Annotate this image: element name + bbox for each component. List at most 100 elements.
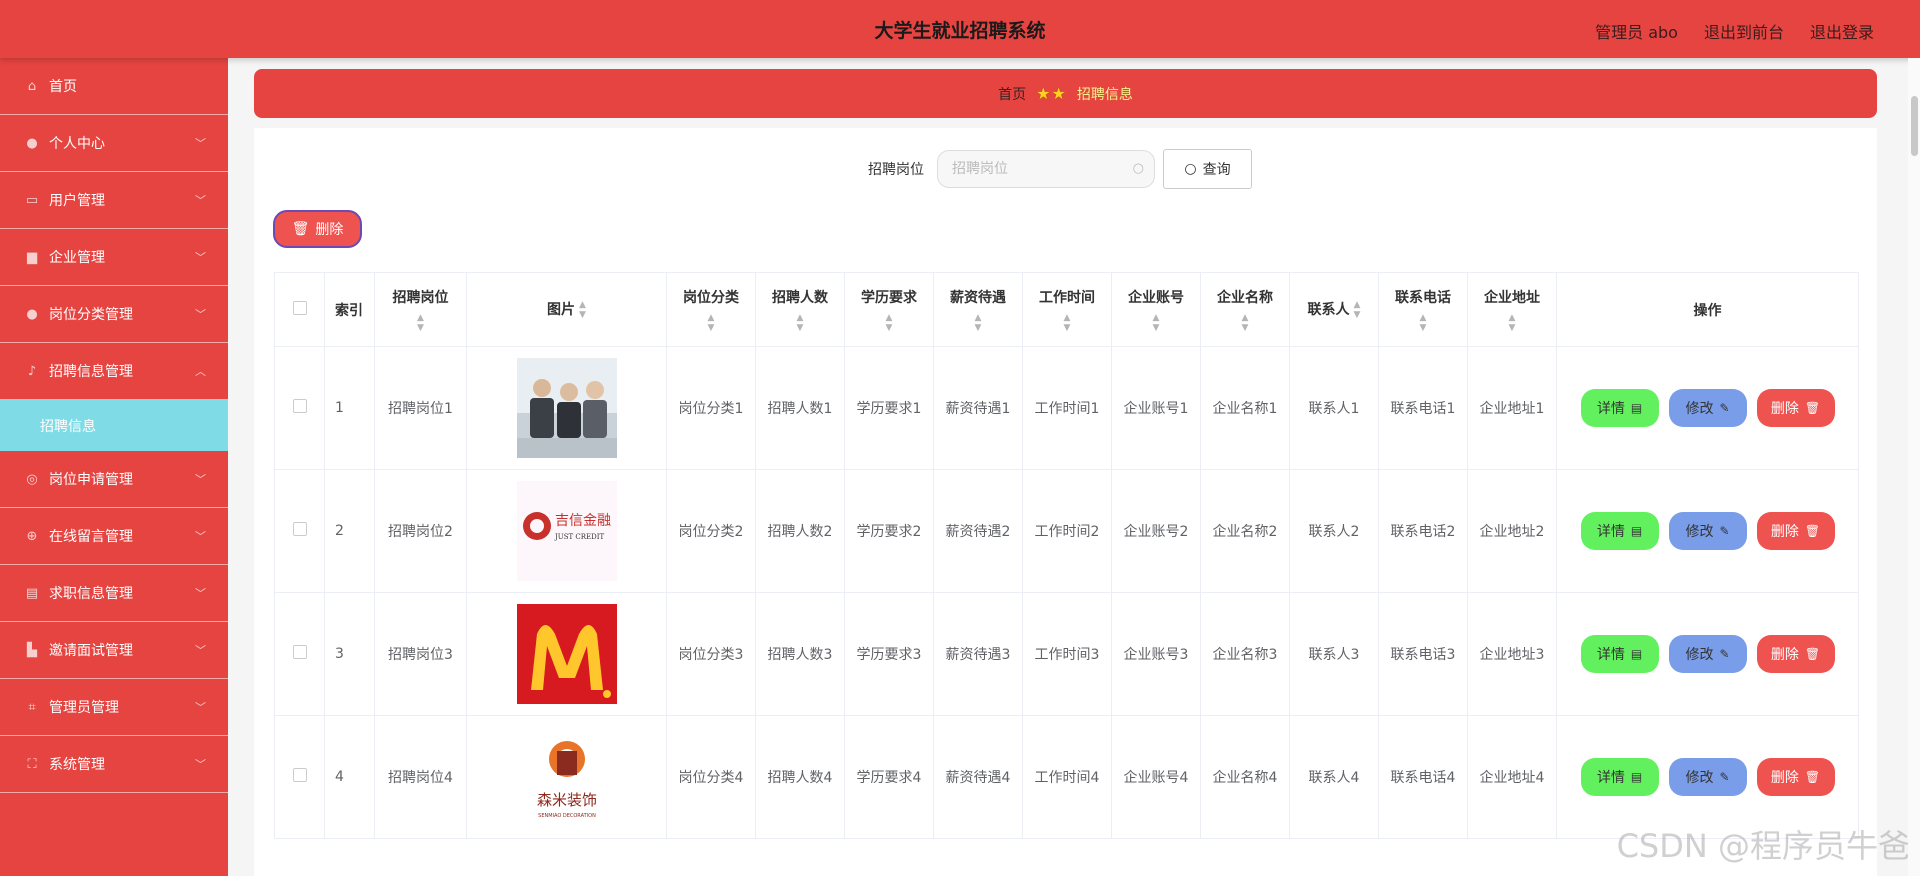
col-header-label: 企业账号 [1128, 289, 1184, 306]
cell-actions: 详情 ▤ 修改 ✎ 删除 🗑 [1556, 346, 1859, 470]
row-index: 1 [324, 346, 375, 470]
trash-icon: 🗑 [1804, 401, 1821, 415]
chevron-down-icon: ﹀ [195, 137, 206, 150]
location-icon: ● [26, 306, 38, 322]
sidebar-item-online-message[interactable]: ⊕ 在线留言管理 ﹀ [0, 508, 228, 565]
sidebar-item-company-management[interactable]: ▆ 企业管理 ﹀ [0, 229, 228, 286]
sidebar-item-personal-center[interactable]: ● 个人中心 ﹀ [0, 115, 228, 172]
detail-button[interactable]: 详情 ▤ [1580, 512, 1659, 550]
sidebar-item-label: 首页 [49, 79, 77, 95]
breadcrumb: 首页 ★★ 招聘信息 [254, 69, 1877, 118]
table-cell: 企业名称3 [1200, 592, 1290, 716]
chevron-down-icon: ﹀ [195, 473, 206, 486]
company-logo-image: 吉信金融 JUST CREDIT [516, 481, 617, 581]
logout-link[interactable]: 退出登录 [1810, 19, 1874, 43]
delete-button[interactable]: 删除 🗑 [1756, 512, 1835, 550]
row-checkbox[interactable] [292, 522, 307, 536]
target-icon: ⊕ [26, 528, 38, 544]
batch-delete-button[interactable]: 🗑 删除 [273, 210, 362, 248]
detail-label: 详情 [1596, 401, 1625, 417]
trash-icon: 🗑 [1804, 647, 1821, 661]
detail-button[interactable]: 详情 ▤ [1580, 635, 1659, 673]
table-cell: 招聘人数2 [755, 469, 845, 593]
delete-button[interactable]: 删除 🗑 [1756, 389, 1835, 427]
select-all-checkbox[interactable] [292, 300, 307, 315]
col-header-headcount[interactable]: 招聘人数 ▲ ▼ [755, 272, 845, 347]
row-select-cell [274, 715, 325, 839]
clipboard-icon: ▤ [25, 585, 39, 601]
col-header-position[interactable]: 招聘岗位 ▲ ▼ [374, 272, 467, 347]
sidebar-item-recruit-info[interactable]: ♪ 招聘信息管理 ︿ [0, 343, 228, 400]
table-cell: 企业地址4 [1467, 715, 1557, 839]
exit-to-front-link[interactable]: 退出到前台 [1704, 19, 1784, 43]
edit-button[interactable]: 修改 ✎ [1668, 635, 1747, 673]
chevron-down-icon: ﹀ [195, 644, 206, 657]
edit-label: 修改 [1685, 401, 1714, 417]
col-header-category[interactable]: 岗位分类 ▲ ▼ [666, 272, 756, 347]
table-cell: 学历要求3 [844, 592, 934, 716]
col-header-company-account[interactable]: 企业账号 ▲ ▼ [1111, 272, 1201, 347]
row-checkbox[interactable] [292, 399, 307, 413]
sort-icon: ▲ ▼ [1508, 312, 1516, 333]
sidebar-item-system-management[interactable]: ⛶ 系统管理 ﹀ [0, 736, 228, 793]
detail-button[interactable]: 详情 ▤ [1580, 389, 1659, 427]
query-button[interactable]: ○ 查询 [1163, 149, 1252, 189]
sidebar-item-user-management[interactable]: ▭ 用户管理 ﹀ [0, 172, 228, 229]
sidebar-item-job-application[interactable]: ◎ 岗位申请管理 ﹀ [0, 451, 228, 508]
edit-button[interactable]: 修改 ✎ [1668, 758, 1747, 796]
table-cell: 薪资待遇4 [933, 715, 1023, 839]
chevron-down-icon: ﹀ [195, 251, 206, 264]
detail-label: 详情 [1596, 770, 1625, 786]
search-input[interactable] [938, 151, 1118, 187]
scrollbar-thumb[interactable] [1911, 96, 1918, 156]
chevron-down-icon: ﹀ [195, 701, 206, 714]
table-cell: 联系电话2 [1378, 469, 1468, 593]
batch-delete-label: 删除 [315, 222, 344, 238]
col-header-address[interactable]: 企业地址 ▲ ▼ [1467, 272, 1557, 347]
table-cell: 招聘人数4 [755, 715, 845, 839]
table-cell: 学历要求2 [844, 469, 934, 593]
col-header-contact[interactable]: 联系人 ▲ ▼ [1289, 272, 1379, 347]
table-cell: 招聘人数1 [755, 346, 845, 470]
detail-button[interactable]: 详情 ▤ [1580, 758, 1659, 796]
trash-icon: 🗑 [291, 221, 310, 237]
col-header-label: 招聘岗位 [392, 289, 449, 306]
row-actions: 详情 ▤ 修改 ✎ 删除 🗑 [1557, 512, 1858, 550]
row-checkbox[interactable] [292, 768, 307, 782]
delete-button[interactable]: 删除 🗑 [1756, 758, 1835, 796]
table-cell: 学历要求1 [844, 346, 934, 470]
col-header-company-name[interactable]: 企业名称 ▲ ▼ [1200, 272, 1290, 347]
col-header-education[interactable]: 学历要求 ▲ ▼ [844, 272, 934, 347]
col-header-salary[interactable]: 薪资待遇 ▲ ▼ [933, 272, 1023, 347]
sidebar-item-admin-management[interactable]: ⌗ 管理员管理 ﹀ [0, 679, 228, 736]
sort-icon: ▲ ▼ [1063, 312, 1071, 333]
delete-button[interactable]: 删除 🗑 [1756, 635, 1835, 673]
sort-icon: ▲ ▼ [885, 312, 893, 333]
col-header-label: 招聘人数 [772, 289, 828, 306]
sidebar-item-job-seeking[interactable]: ▤ 求职信息管理 ﹀ [0, 565, 228, 622]
document-icon: ▤ [1630, 401, 1643, 415]
col-header-image[interactable]: 图片 ▲ ▼ [466, 272, 667, 347]
sort-icon: ▲ ▼ [974, 312, 982, 333]
table-cell: 岗位分类1 [666, 346, 756, 470]
col-header-label: 联系电话 [1395, 289, 1451, 306]
col-header-phone[interactable]: 联系电话 ▲ ▼ [1378, 272, 1468, 347]
row-checkbox[interactable] [292, 645, 307, 659]
edit-button[interactable]: 修改 ✎ [1668, 512, 1747, 550]
breadcrumb-home[interactable]: 首页 [998, 84, 1026, 104]
table-cell: 企业账号3 [1111, 592, 1201, 716]
edit-button[interactable]: 修改 ✎ [1668, 389, 1747, 427]
svg-text:JUST CREDIT: JUST CREDIT [554, 533, 605, 541]
sidebar-item-label: 招聘信息管理 [49, 364, 133, 380]
col-header-work-time[interactable]: 工作时间 ▲ ▼ [1022, 272, 1112, 347]
cell-position: 招聘岗位4 [374, 715, 467, 839]
submenu-item-recruit-info[interactable]: 招聘信息 [0, 400, 228, 451]
table-cell: 联系人1 [1289, 346, 1379, 470]
breadcrumb-current: 招聘信息 [1076, 86, 1133, 103]
sidebar-item-home[interactable]: ⌂ 首页 [0, 58, 228, 115]
vertical-scrollbar[interactable] [1908, 58, 1920, 876]
table-cell: 联系电话1 [1378, 346, 1468, 470]
row-index: 2 [324, 469, 375, 593]
sidebar-item-job-category[interactable]: ● 岗位分类管理 ﹀ [0, 286, 228, 343]
sidebar-item-interview-invite[interactable]: ▙ 邀请面试管理 ﹀ [0, 622, 228, 679]
